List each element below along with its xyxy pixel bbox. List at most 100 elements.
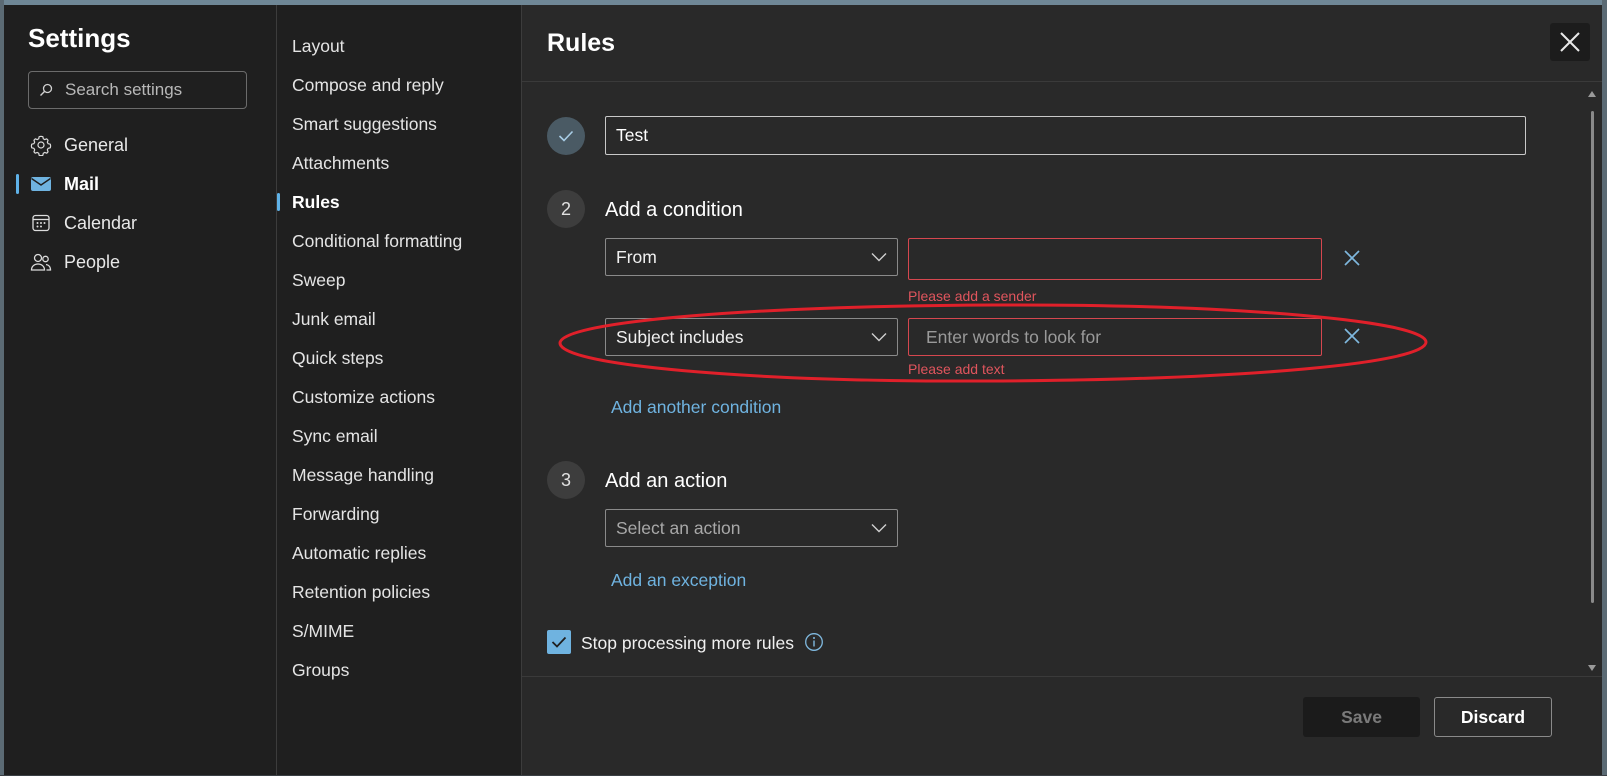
condition-2-value-field[interactable]	[908, 318, 1322, 356]
search-settings-box[interactable]	[28, 71, 247, 109]
active-indicator	[16, 174, 19, 194]
step-1-complete	[547, 117, 585, 155]
nav-item-forwarding[interactable]: Forwarding	[277, 497, 521, 531]
nav-item-label: S/MIME	[292, 620, 355, 641]
remove-condition-2-button[interactable]	[1338, 322, 1366, 350]
stop-processing-label: Stop processing more rules	[581, 633, 795, 653]
nav-item-label: Smart suggestions	[292, 113, 437, 134]
nav-item-groups[interactable]: Groups	[277, 653, 521, 687]
dropdown-placeholder: Select an action	[616, 517, 741, 538]
nav-category-general[interactable]: General	[4, 126, 276, 164]
step-3-number: 3	[547, 461, 585, 499]
nav-item-compose-and-reply[interactable]: Compose and reply	[277, 68, 521, 102]
nav-category-calendar[interactable]: Calendar	[4, 204, 276, 242]
rule-form: 2 Add a condition From Please add a send…	[522, 82, 1602, 676]
search-icon	[39, 83, 59, 97]
close-icon	[1344, 328, 1360, 344]
nav-item-attachments[interactable]: Attachments	[277, 146, 521, 180]
add-action-heading: Add an action	[605, 470, 728, 492]
nav-item-label: Forwarding	[292, 503, 380, 524]
action-dropdown[interactable]: Select an action	[605, 509, 898, 547]
nav-item-label: Customize actions	[292, 386, 435, 407]
nav-item-smart-suggestions[interactable]: Smart suggestions	[277, 107, 521, 141]
gear-icon	[28, 134, 54, 156]
nav-item-label: Junk email	[292, 308, 376, 329]
add-exception-link[interactable]: Add an exception	[611, 570, 746, 591]
nav-category-people[interactable]: People	[4, 243, 276, 281]
nav-category-label: Calendar	[64, 212, 138, 233]
dropdown-value: From	[616, 246, 657, 267]
rule-name-field[interactable]	[605, 116, 1526, 155]
nav-item-smime[interactable]: S/MIME	[277, 614, 521, 648]
scroll-up-icon	[1588, 91, 1596, 97]
remove-condition-1-button[interactable]	[1338, 244, 1366, 272]
checkmark-icon	[558, 130, 574, 142]
nav-item-sync-email[interactable]: Sync email	[277, 419, 521, 453]
nav-item-label: Rules	[292, 191, 340, 212]
settings-categories-nav: Settings General Mail Calendar	[4, 5, 277, 775]
mail-icon	[28, 175, 54, 193]
condition-2-error: Please add text	[908, 361, 1005, 377]
dialog-footer: Save Discard	[522, 676, 1602, 776]
nav-item-label: Sync email	[292, 425, 378, 446]
nav-item-label: Groups	[292, 659, 350, 680]
condition-2-type-dropdown[interactable]: Subject includes	[605, 318, 898, 356]
calendar-icon	[28, 213, 54, 233]
nav-item-layout[interactable]: Layout	[277, 29, 521, 63]
nav-category-label: People	[64, 251, 121, 272]
nav-item-label: Quick steps	[292, 347, 384, 368]
nav-item-conditional-formatting[interactable]: Conditional formatting	[277, 224, 521, 258]
vertical-scrollbar[interactable]	[1588, 87, 1596, 677]
panel-header: Rules	[522, 5, 1602, 82]
search-settings-input[interactable]	[63, 79, 237, 101]
add-condition-heading: Add a condition	[605, 199, 743, 221]
rule-name-input[interactable]	[606, 117, 1525, 154]
nav-item-automatic-replies[interactable]: Automatic replies	[277, 536, 521, 570]
chevron-down-icon	[871, 252, 887, 262]
checkmark-icon	[551, 636, 567, 648]
scroll-down-icon	[1588, 665, 1596, 671]
close-icon	[1344, 250, 1360, 266]
nav-category-mail[interactable]: Mail	[4, 165, 276, 203]
close-icon	[1560, 32, 1580, 52]
nav-item-junk-email[interactable]: Junk email	[277, 302, 521, 336]
nav-item-label: Compose and reply	[292, 74, 444, 95]
chevron-down-icon	[871, 332, 887, 342]
settings-dialog: Settings General Mail Calendar	[4, 5, 1602, 775]
rules-panel: Rules 2 Add a condition From	[522, 5, 1602, 775]
add-another-condition-link[interactable]: Add another condition	[611, 397, 781, 418]
condition-1-value-field[interactable]	[908, 238, 1322, 280]
condition-1-type-dropdown[interactable]: From	[605, 238, 898, 276]
dropdown-value: Subject includes	[616, 326, 744, 347]
nav-item-retention-policies[interactable]: Retention policies	[277, 575, 521, 609]
step-2-number: 2	[547, 190, 585, 228]
nav-item-label: Layout	[292, 35, 345, 56]
active-indicator	[277, 193, 280, 211]
nav-item-label: Sweep	[292, 269, 346, 290]
condition-1-error: Please add a sender	[908, 288, 1037, 304]
nav-item-rules[interactable]: Rules	[277, 185, 521, 219]
backdrop-right	[1602, 0, 1607, 775]
nav-item-label: Retention policies	[292, 581, 431, 602]
settings-title: Settings	[28, 23, 131, 53]
nav-category-label: Mail	[64, 173, 100, 194]
nav-item-customize-actions[interactable]: Customize actions	[277, 380, 521, 414]
nav-item-message-handling[interactable]: Message handling	[277, 458, 521, 492]
nav-item-sweep[interactable]: Sweep	[277, 263, 521, 297]
nav-item-label: Automatic replies	[292, 542, 427, 563]
nav-item-label: Conditional formatting	[292, 230, 463, 251]
save-button[interactable]: Save	[1303, 697, 1420, 737]
people-icon	[28, 252, 54, 272]
chevron-down-icon	[871, 523, 887, 533]
stop-processing-checkbox[interactable]	[547, 630, 571, 654]
page-title: Rules	[547, 29, 616, 57]
close-button[interactable]	[1550, 23, 1590, 61]
sender-input[interactable]	[909, 239, 1321, 279]
info-icon[interactable]	[804, 632, 824, 657]
nav-item-label: Message handling	[292, 464, 435, 485]
nav-item-label: Attachments	[292, 152, 390, 173]
discard-button[interactable]: Discard	[1434, 697, 1552, 737]
subject-words-input[interactable]	[909, 319, 1321, 355]
nav-item-quick-steps[interactable]: Quick steps	[277, 341, 521, 375]
scrollbar-thumb[interactable]	[1591, 111, 1594, 603]
